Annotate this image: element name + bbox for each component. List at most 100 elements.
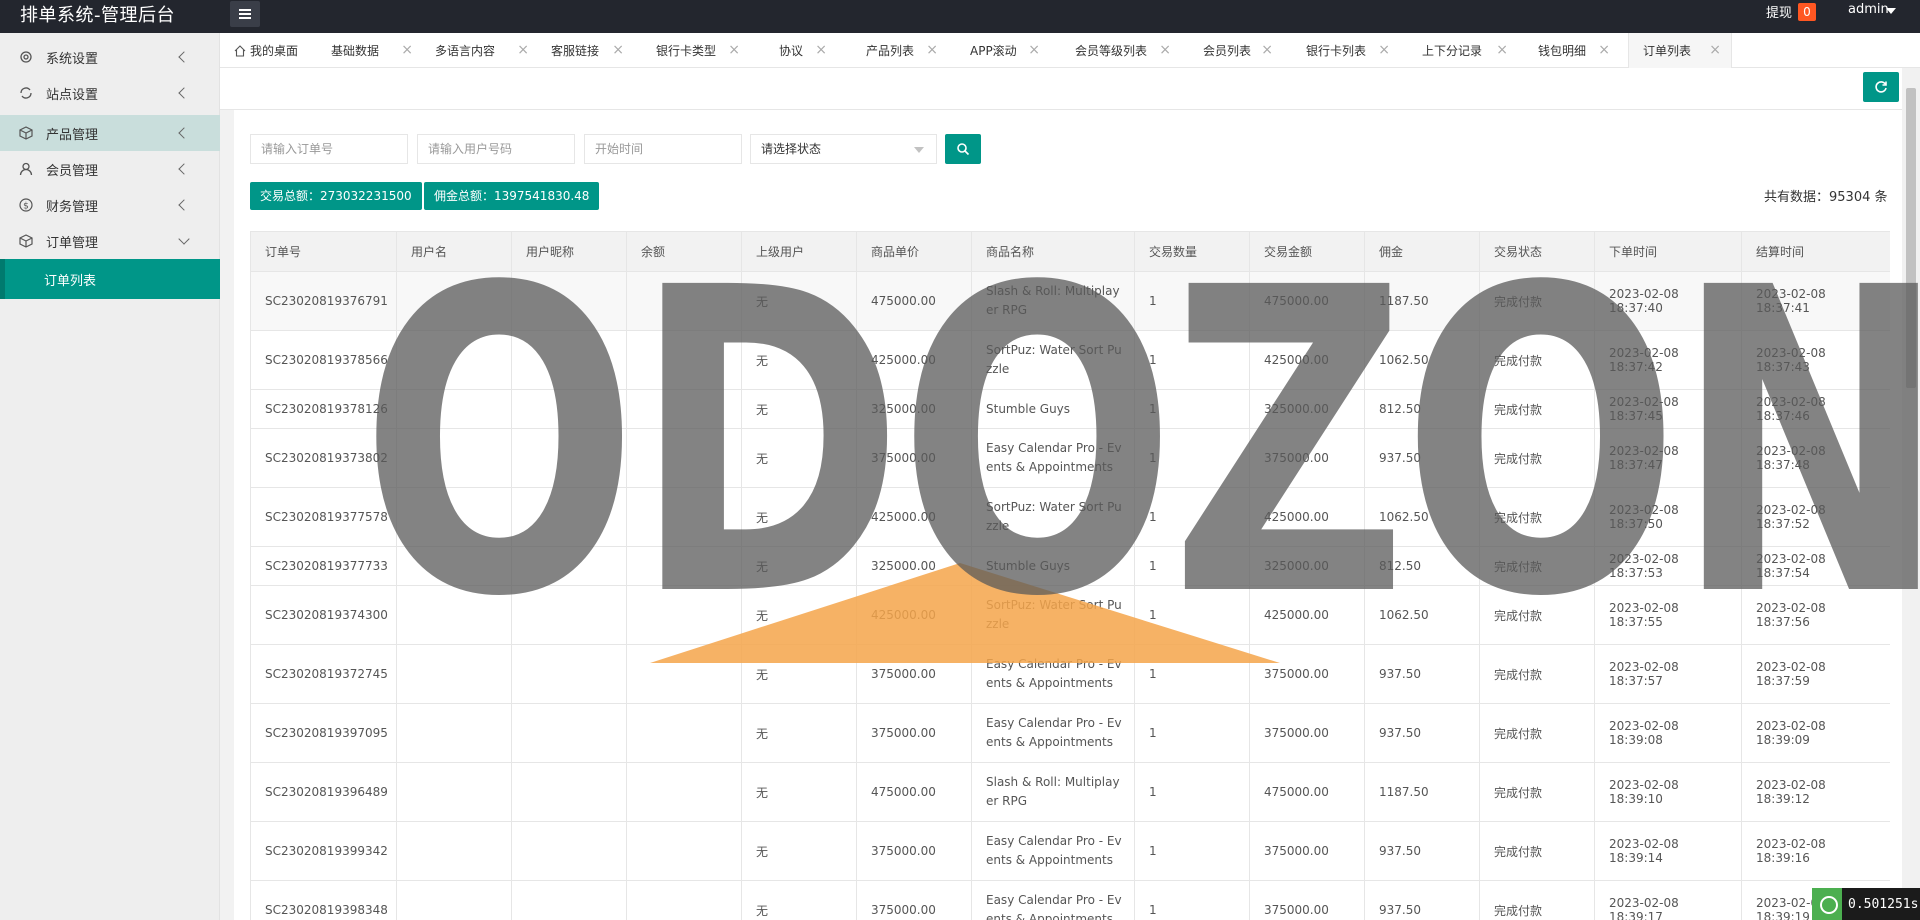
table-row[interactable]: SC23020819376791 无 475000.00 Slash & Roll: … [250,271,1890,331]
timer-logo-icon [1812,888,1842,920]
order-number-input[interactable]: 请输入订单号 [250,134,408,164]
tab-wallet-details[interactable]: 钱包明细 × [1538,33,1610,68]
table-row[interactable]: SC23020819398348 无 375000.00 Easy Calendar … [250,880,1890,920]
sidebar-item-finance-management[interactable]: $ 财务管理 [0,187,220,223]
tab-label: 多语言内容 [435,44,496,58]
close-icon[interactable]: × [401,43,413,57]
sidebar-item-label: 站点设置 [46,87,99,103]
tab-app-scroll[interactable]: APP滚动 × [970,33,1040,68]
table-cell: 2023-02-08 18:39:09 [1741,703,1890,763]
table-cell: 无 [741,389,857,429]
table-cell: 2023-02-08 18:39:16 [1741,821,1890,881]
search-button[interactable] [945,134,981,164]
sidebar-subitem-order-list[interactable]: 订单列表 [0,259,220,299]
table-cell: 937.50 [1364,880,1480,920]
table-cell: SC23020819376791 [250,271,397,331]
timer-value: 0.501251s [1848,896,1919,912]
tab-agreement[interactable]: 协议 × [779,33,827,68]
close-icon[interactable]: × [1028,43,1040,57]
table-cell: SC23020819398348 [250,880,397,920]
tab-bank-card-list[interactable]: 银行卡列表 × [1306,33,1390,68]
table-row[interactable]: SC23020819378126 无 325000.00 Stumble Guys 1 3… [250,389,1890,429]
table-row[interactable]: SC23020819377733 无 325000.00 Stumble Guys 1 3… [250,546,1890,586]
tab-service-links[interactable]: 客服链接 × [551,33,624,68]
table-cell: 475000.00 [1249,271,1365,331]
tab-desktop[interactable]: 我的桌面 [234,33,306,68]
user-menu[interactable]: admin [1848,2,1889,17]
table-row[interactable]: SC23020819373802 无 375000.00 Easy Calendar … [250,428,1890,488]
table-row[interactable]: SC23020819399342 无 375000.00 Easy Calendar … [250,821,1890,881]
table-cell: SortPuz: Water Sort Puzzle [971,330,1135,390]
table-cell: 2023-02-08 18:39:12 [1741,762,1890,822]
sidebar-item-system-settings[interactable]: 系统设置 [0,39,220,75]
table-cell: 2023-02-08 18:37:50 [1594,487,1742,547]
status-select[interactable]: 请选择状态 [750,134,937,164]
tab-member-list[interactable]: 会员列表 × [1203,33,1273,68]
sidebar-item-member-management[interactable]: 会员管理 [0,151,220,187]
table-cell: 完成付款 [1479,821,1595,881]
column-header: 结算时间 [1741,231,1890,272]
close-icon[interactable]: × [1496,43,1508,57]
menu-toggle-button[interactable] [230,1,260,27]
tab-bank-card-type[interactable]: 银行卡类型 × [656,33,740,68]
close-icon[interactable]: × [612,43,624,57]
table-cell: 2023-02-08 18:39:14 [1594,821,1742,881]
table-cell: 325000.00 [856,389,972,429]
page-scrollbar[interactable] [1902,68,1920,920]
table-row[interactable]: SC23020819397095 无 375000.00 Easy Calendar … [250,703,1890,763]
tab-label: APP滚动 [970,44,1017,58]
tab-order-list[interactable]: 订单列表 × [1628,33,1732,68]
table-cell: SortPuz: Water Sort Puzzle [971,487,1135,547]
table-cell: 完成付款 [1479,428,1595,488]
sidebar-item-order-management[interactable]: 订单管理 [0,223,220,259]
table-cell [396,762,512,822]
close-icon[interactable]: × [1261,43,1273,57]
table-row[interactable]: SC23020819396489 无 475000.00 Slash & Roll: … [250,762,1890,822]
sidebar-item-site-settings[interactable]: 站点设置 [0,75,220,111]
table-cell: 375000.00 [856,880,972,920]
table-row[interactable]: SC23020819374300 无 425000.00 SortPuz: Water… [250,585,1890,645]
gear-icon [18,49,34,65]
tab-basic-data[interactable]: 基础数据 × [331,33,413,68]
column-header: 用户昵称 [511,231,627,272]
tab-balance-records[interactable]: 上下分记录 × [1422,33,1508,68]
table-cell: 1 [1134,546,1250,586]
tab-label: 上下分记录 [1422,44,1483,58]
close-icon[interactable]: × [1159,43,1171,57]
close-icon[interactable]: × [517,43,529,57]
table-row[interactable]: SC23020819372745 无 375000.00 Easy Calendar … [250,644,1890,704]
table-cell: 2023-02-08 18:37:56 [1741,585,1890,645]
user-phone-input[interactable]: 请输入用户号码 [417,134,575,164]
sidebar-item-label: 订单管理 [46,235,99,251]
table-cell: 无 [741,271,857,331]
table-cell: 2023-02-08 18:39:10 [1594,762,1742,822]
table-cell [511,428,627,488]
close-icon[interactable]: × [1598,43,1610,57]
scrollbar-thumb[interactable] [1906,88,1916,388]
tab-product-list[interactable]: 产品列表 × [866,33,938,68]
table-cell: SC23020819377733 [250,546,397,586]
close-icon[interactable]: × [815,43,827,57]
sidebar-item-product-management[interactable]: 产品管理 [0,115,220,151]
close-icon[interactable]: × [926,43,938,57]
table-cell [396,703,512,763]
close-icon[interactable]: × [1378,43,1390,57]
tab-member-level-list[interactable]: 会员等级列表 × [1075,33,1171,68]
tab-multilang[interactable]: 多语言内容 × [435,33,529,68]
close-icon[interactable]: × [1709,43,1721,57]
column-header: 上级用户 [741,231,857,272]
table-cell: 375000.00 [1249,880,1365,920]
refresh-button[interactable] [1863,72,1899,102]
start-time-input[interactable]: 开始时间 [584,134,742,164]
table-cell: 1 [1134,389,1250,429]
table-row[interactable]: SC23020819378566 无 425000.00 SortPuz: Water… [250,330,1890,390]
table-cell: 2023-02-08 18:39:17 [1594,880,1742,920]
table-cell: 1187.50 [1364,271,1480,331]
table-row[interactable]: SC23020819377578 无 425000.00 SortPuz: Water… [250,487,1890,547]
withdraw-link[interactable]: 提现 [1766,2,1792,21]
table-cell [396,585,512,645]
table-cell: 2023-02-08 18:37:47 [1594,428,1742,488]
close-icon[interactable]: × [728,43,740,57]
table-cell [626,428,742,488]
table-cell: 1062.50 [1364,330,1480,390]
